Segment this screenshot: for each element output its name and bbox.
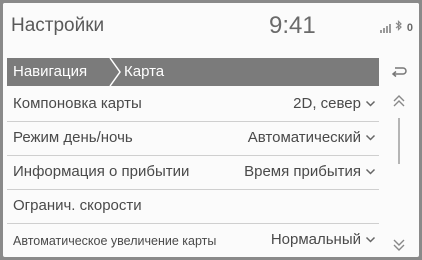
top-bar: Настройки 9:41 0 [3, 3, 419, 53]
back-button[interactable] [381, 58, 417, 86]
breadcrumb-separator-icon [109, 58, 121, 86]
chevron-down-icon [365, 100, 376, 107]
scrollbar [381, 88, 417, 257]
setting-value: Автоматический [247, 129, 361, 146]
setting-value: Нормальный [270, 231, 361, 248]
page-title: Настройки [11, 15, 105, 36]
chevron-down-icon [365, 236, 376, 243]
chevron-down-icon [365, 168, 376, 175]
chevron-down-icon [365, 134, 376, 141]
scroll-up-icon[interactable] [392, 94, 406, 108]
breadcrumb: Навигация Карта [7, 58, 379, 86]
back-arrow-icon [391, 67, 407, 78]
setting-row-speed-limits[interactable]: Огранич. скорости [7, 190, 379, 224]
setting-row-arrival-info[interactable]: Информация о прибытии Время прибытия [7, 156, 379, 190]
setting-value: Время прибытия [244, 163, 361, 180]
lock-icon: 0 [406, 22, 413, 34]
bluetooth-icon [395, 20, 403, 33]
setting-label: Огранич. скорости [13, 197, 142, 214]
clock: 9:41 [269, 12, 316, 39]
setting-label: Компоновка карты [13, 95, 142, 112]
setting-label: Режим день/ночь [13, 129, 133, 146]
scroll-down-icon[interactable] [392, 238, 406, 252]
scroll-thumb[interactable] [398, 118, 400, 164]
status-icons: 0 [379, 20, 413, 34]
setting-row-auto-zoom[interactable]: Автоматическое увеличение карты Нормальн… [7, 224, 379, 257]
signal-strength-icon [379, 24, 391, 33]
breadcrumb-item-navigation[interactable]: Навигация [13, 58, 87, 86]
setting-row-day-night[interactable]: Режим день/ночь Автоматический [7, 122, 379, 156]
setting-row-map-layout[interactable]: Компоновка карты 2D, север [7, 88, 379, 122]
breadcrumb-item-map: Карта [124, 63, 165, 80]
settings-screen: Настройки 9:41 0 Навигация Карта Компоно… [3, 3, 419, 257]
setting-label: Автоматическое увеличение карты [13, 234, 217, 248]
setting-value: 2D, север [293, 95, 361, 112]
setting-label: Информация о прибытии [13, 163, 190, 180]
settings-list: Компоновка карты 2D, север Режим день/но… [7, 88, 379, 257]
